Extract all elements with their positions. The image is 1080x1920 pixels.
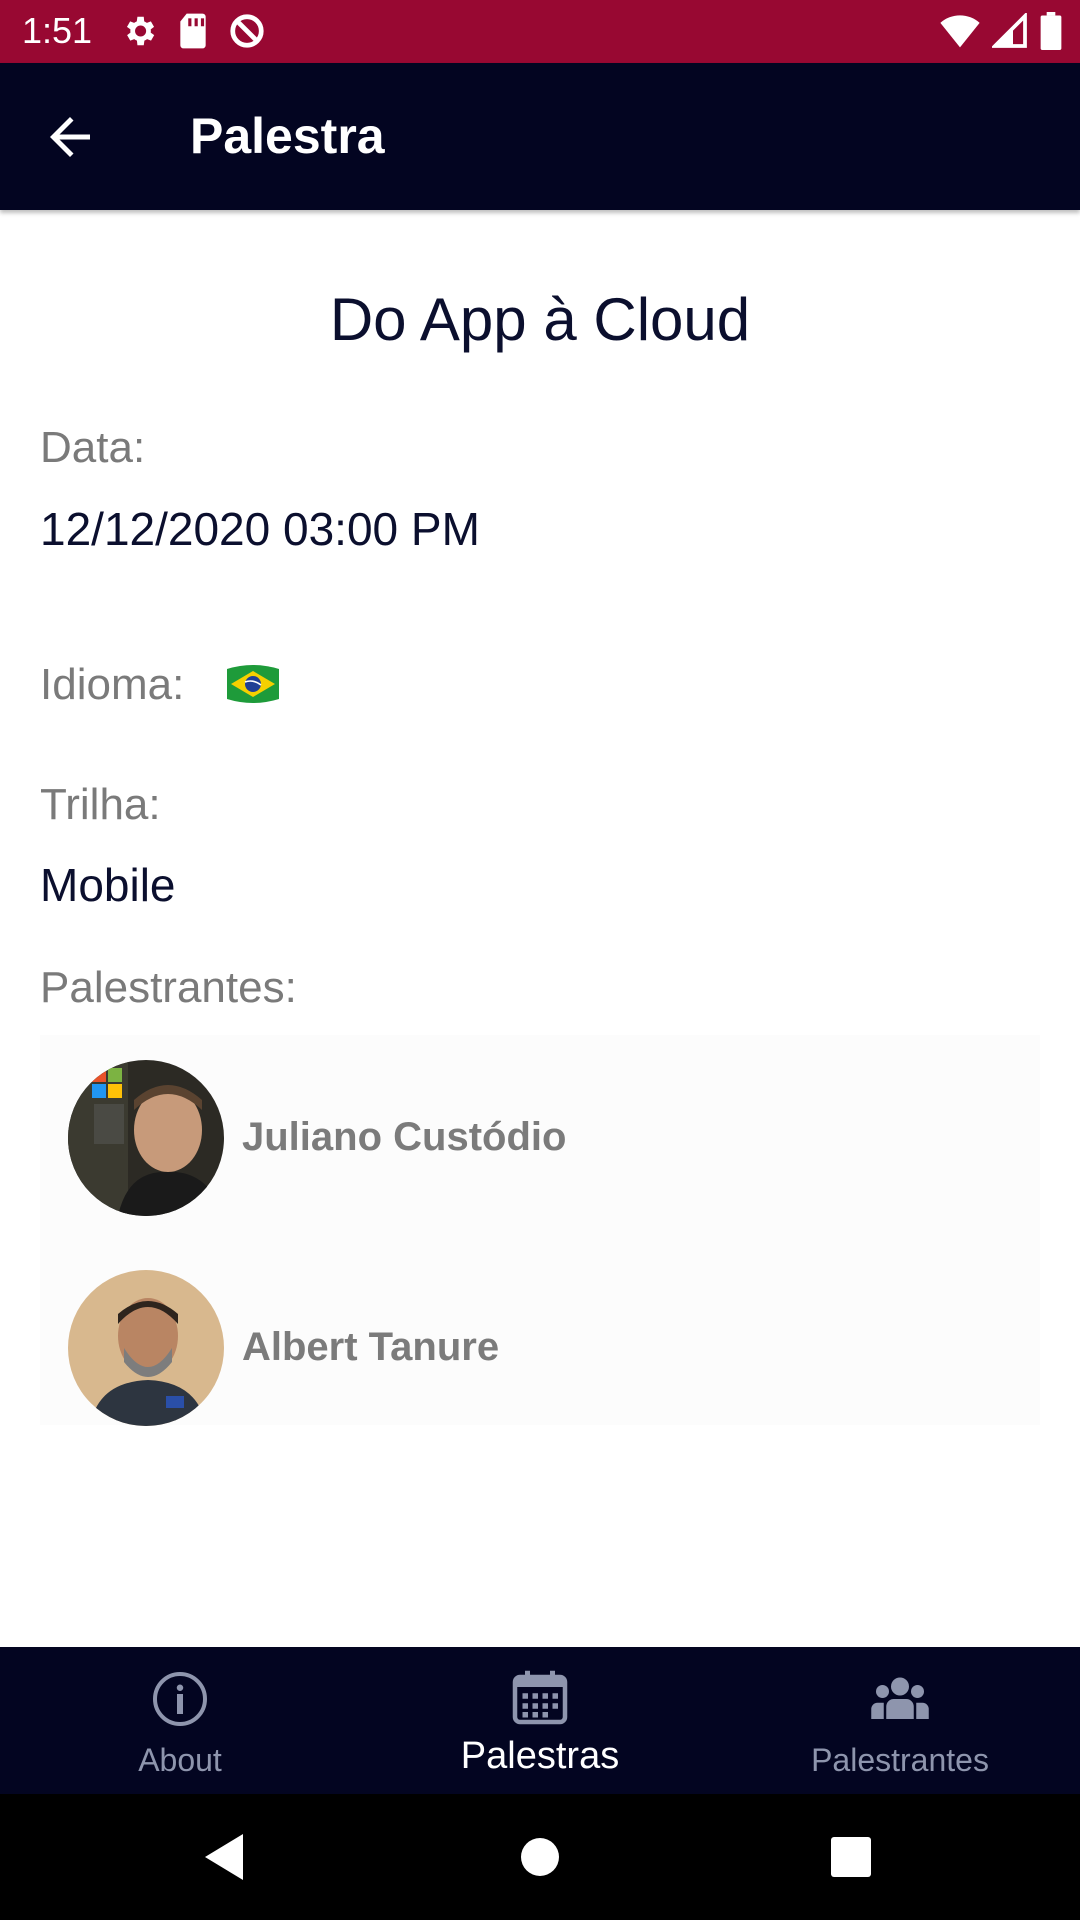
no-sync-icon bbox=[230, 14, 264, 48]
speaker-item[interactable]: Albert Tanure bbox=[40, 1245, 1040, 1426]
nav-palestrantes[interactable]: Palestrantes bbox=[720, 1647, 1080, 1794]
calendar-icon bbox=[512, 1670, 568, 1725]
date-label: Data: bbox=[40, 423, 146, 472]
speaker-name: Albert Tanure bbox=[242, 1325, 500, 1369]
date-value: 12/12/2020 03:00 PM bbox=[40, 503, 480, 555]
recents-square-icon[interactable] bbox=[831, 1837, 871, 1877]
brazil-flag-icon bbox=[227, 665, 279, 703]
back-triangle-icon[interactable] bbox=[205, 1834, 245, 1880]
gear-icon bbox=[126, 16, 155, 46]
speakers-label: Palestrantes: bbox=[40, 963, 297, 1012]
speaker-name: Juliano Custódio bbox=[242, 1115, 567, 1159]
cell-signal-icon bbox=[992, 13, 1027, 48]
home-circle-icon[interactable] bbox=[520, 1837, 560, 1877]
back-button[interactable] bbox=[40, 107, 100, 167]
track-value: Mobile bbox=[40, 859, 176, 911]
bottom-navigation: About Palestras Palestrantes bbox=[0, 1647, 1080, 1794]
nav-palestrantes-label: Palestrantes bbox=[811, 1742, 989, 1778]
track-label: Trilha: bbox=[40, 780, 161, 829]
language-label: Idioma: bbox=[40, 660, 185, 709]
battery-icon bbox=[1040, 12, 1062, 50]
speaker-avatar bbox=[68, 1270, 224, 1426]
sd-card-icon bbox=[180, 13, 206, 49]
talk-title: Do App à Cloud bbox=[329, 286, 751, 353]
nav-palestras[interactable]: Palestras bbox=[360, 1647, 720, 1794]
status-icons-left bbox=[120, 12, 266, 50]
speaker-list: Juliano Custódio Albert Tanure bbox=[40, 1035, 1040, 1426]
system-navigation-bar bbox=[0, 1794, 1080, 1920]
arrow-back-icon bbox=[50, 117, 90, 157]
info-icon bbox=[153, 1672, 207, 1726]
wifi-icon bbox=[940, 15, 980, 48]
speaker-avatar bbox=[68, 1060, 224, 1216]
speaker-item[interactable]: Juliano Custódio bbox=[40, 1035, 1040, 1216]
nav-about-label: About bbox=[138, 1742, 222, 1778]
status-time: 1:51 bbox=[22, 10, 93, 51]
status-bar: 1:51 bbox=[0, 0, 1080, 63]
nav-about[interactable]: About bbox=[0, 1647, 360, 1794]
status-icons-right bbox=[940, 12, 1062, 50]
nav-palestras-label: Palestras bbox=[460, 1735, 620, 1777]
app-bar: Palestra bbox=[0, 63, 1080, 210]
page-title: Palestra bbox=[190, 108, 385, 164]
people-icon bbox=[871, 1677, 929, 1719]
